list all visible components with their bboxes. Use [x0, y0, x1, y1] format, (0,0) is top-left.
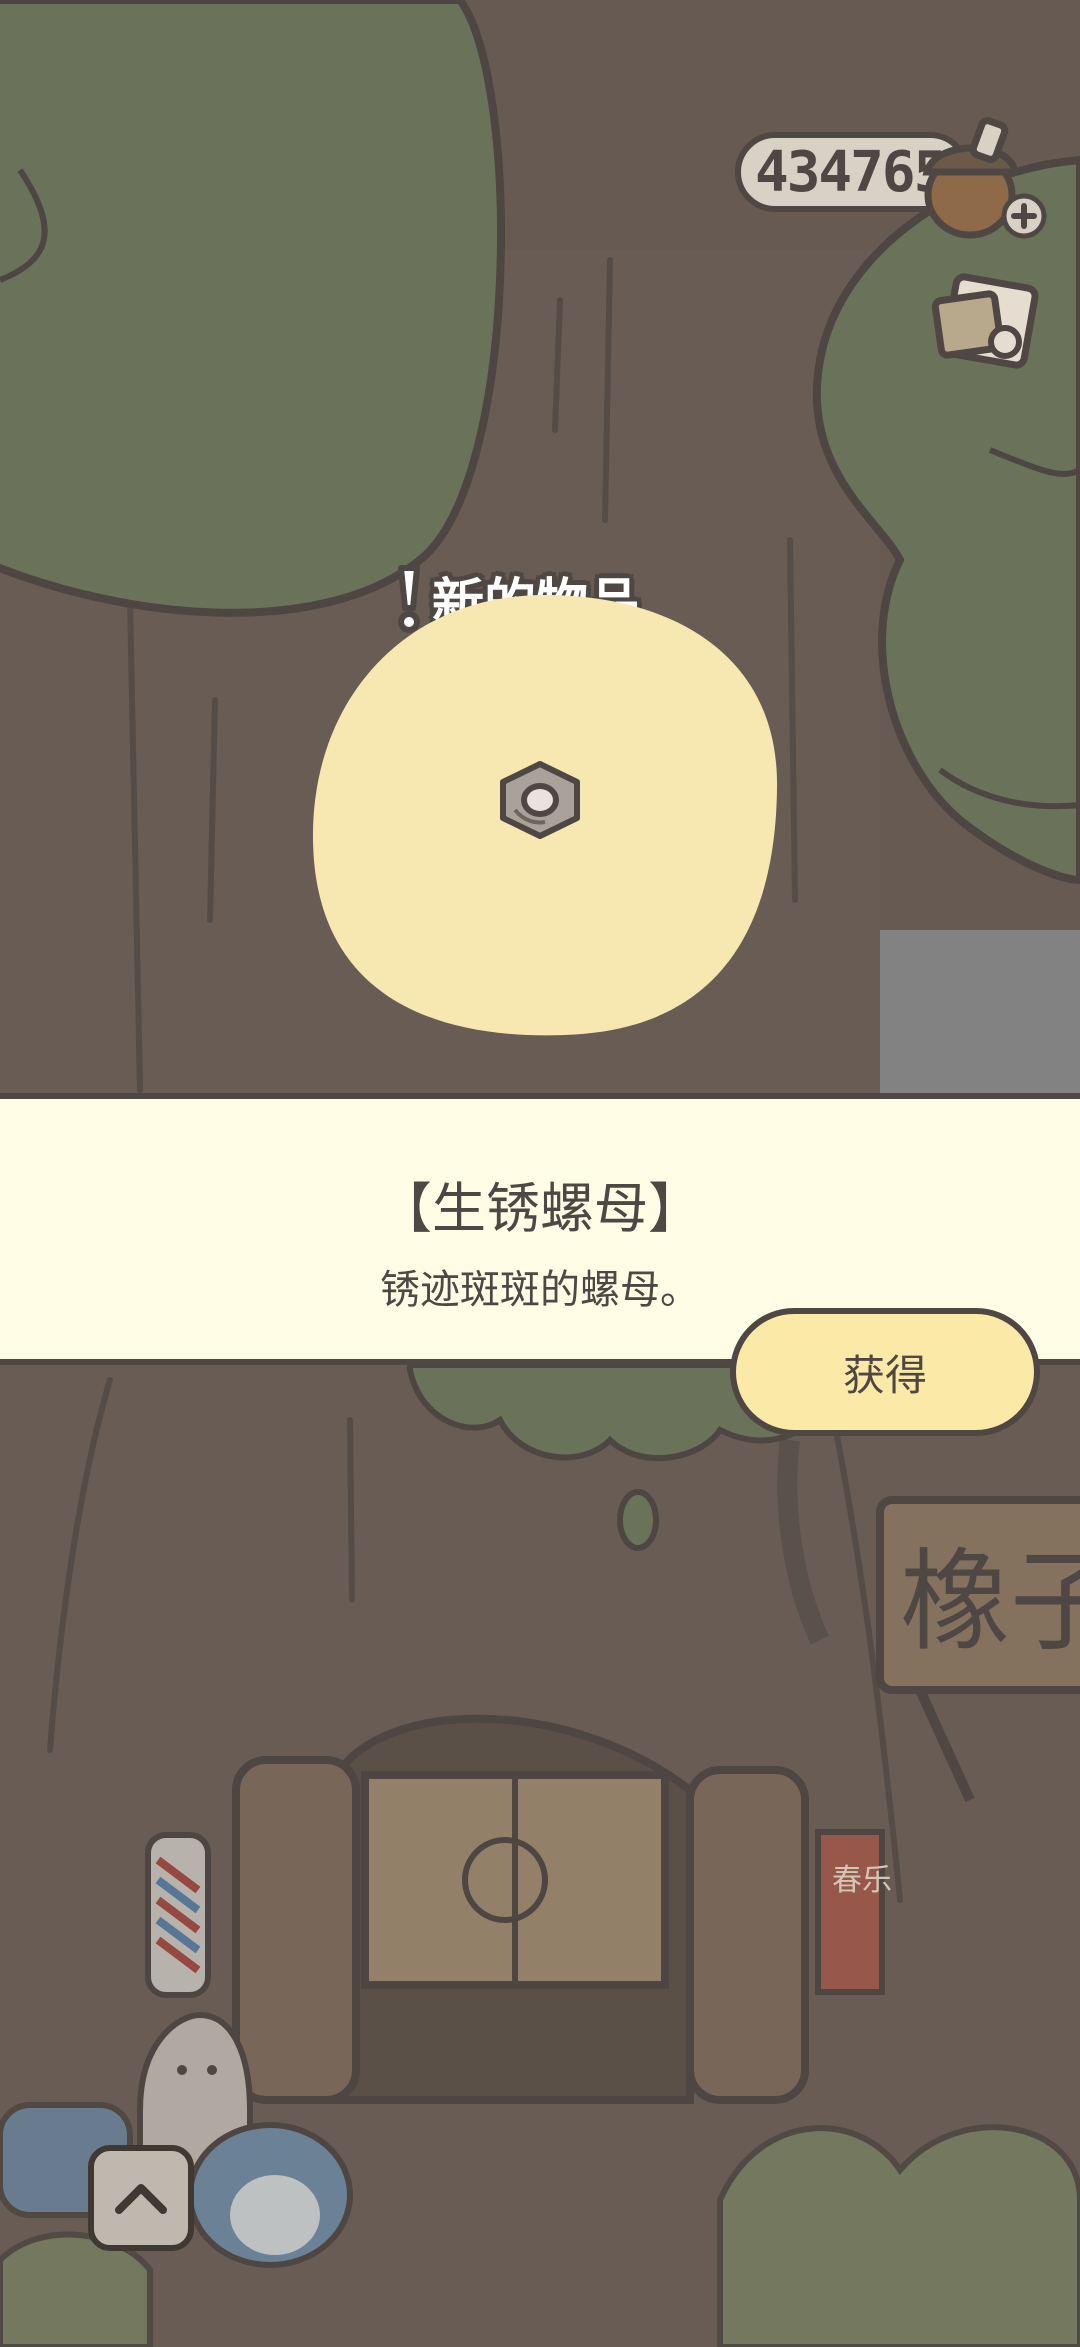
item-description: 锈迹斑斑的螺母。 [380, 1267, 700, 1313]
expand-menu-button[interactable] [88, 2145, 194, 2251]
postcard-icon[interactable] [930, 272, 1050, 382]
add-currency-icon[interactable] [1000, 192, 1048, 240]
rusty-nut-icon [500, 761, 580, 839]
obtain-button[interactable]: 获得 [730, 1308, 1040, 1436]
chevron-up-icon [115, 2184, 167, 2214]
item-name: 【生锈螺母】 [378, 1177, 702, 1240]
